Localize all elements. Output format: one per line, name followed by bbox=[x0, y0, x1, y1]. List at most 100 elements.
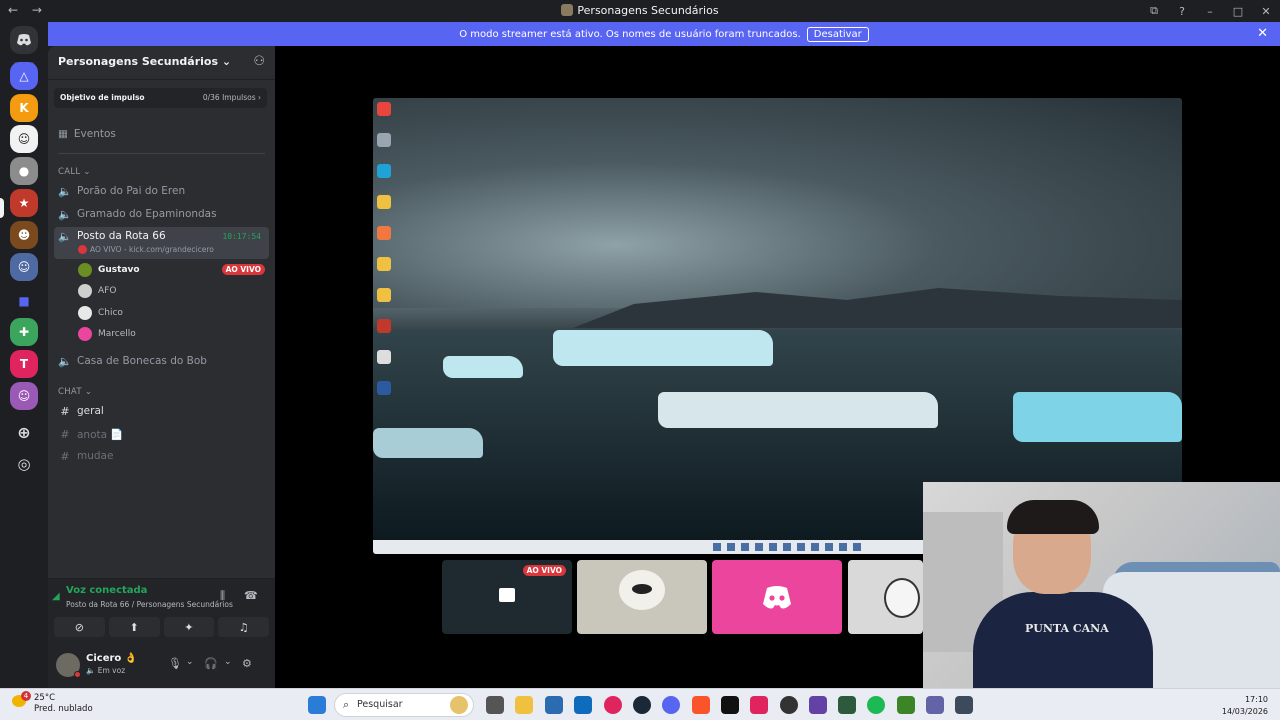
server-header[interactable]: Personagens Secundários ⌄ ⚇ bbox=[48, 46, 275, 80]
server-icon-character[interactable]: ☻ bbox=[10, 221, 38, 249]
file-explorer-icon[interactable] bbox=[515, 696, 533, 714]
channel-name: mudae bbox=[77, 450, 114, 462]
discord-logo-icon bbox=[763, 586, 791, 609]
chevron-down-icon[interactable]: ⌄ bbox=[224, 657, 232, 667]
task-view-icon[interactable] bbox=[486, 696, 504, 714]
weather-widget[interactable]: 4 25°C Pred. nublado bbox=[12, 691, 93, 715]
discord-icon[interactable] bbox=[662, 696, 680, 714]
steam-icon[interactable] bbox=[633, 696, 651, 714]
twitch-icon[interactable] bbox=[809, 696, 827, 714]
discord-home-icon[interactable] bbox=[10, 26, 38, 54]
iceberg bbox=[373, 428, 483, 458]
system-clock[interactable]: 17:10 14/03/2026 bbox=[1222, 694, 1268, 718]
voice-channel[interactable]: 🔈 Casa de Bonecas do Bob bbox=[54, 351, 269, 371]
voice-user[interactable]: Chico bbox=[78, 304, 265, 322]
disconnect-icon[interactable]: ☎ bbox=[244, 589, 258, 602]
spotify-icon[interactable] bbox=[867, 696, 885, 714]
iceberg bbox=[443, 356, 523, 378]
shirt: PUNTA CANA bbox=[973, 592, 1153, 688]
participant-tile[interactable] bbox=[577, 560, 707, 634]
teams-icon[interactable] bbox=[926, 696, 944, 714]
close-icon[interactable]: ✕ bbox=[1257, 26, 1268, 41]
server-icon-triangle[interactable]: △ bbox=[10, 62, 38, 90]
disable-streamer-button[interactable]: Desativar bbox=[806, 26, 869, 42]
voice-user[interactable]: AFO bbox=[78, 282, 265, 300]
brave-icon[interactable] bbox=[692, 696, 710, 714]
voice-channel[interactable]: 🔈 Gramado do Epaminondas bbox=[54, 204, 269, 224]
status-dot bbox=[74, 671, 81, 678]
text-channel[interactable]: # anota 📄 bbox=[54, 424, 269, 444]
channel-name: Porão do Pai do Eren bbox=[77, 185, 186, 197]
voice-action-buttons: ⊘ ⬆ ✦ ♫ bbox=[54, 617, 269, 637]
notification-badge: 4 bbox=[21, 691, 31, 701]
voice-channel[interactable]: 🔈 Porão do Pai do Eren bbox=[54, 181, 269, 201]
voice-user[interactable]: Marcello bbox=[78, 325, 265, 343]
activity-text: AO VIVO - kick.com/grandecicero bbox=[90, 245, 214, 254]
news-icon[interactable] bbox=[450, 696, 468, 714]
add-member-icon[interactable]: ⚇ bbox=[253, 54, 265, 69]
server-icon-tf[interactable]: T bbox=[10, 350, 38, 378]
noise-suppression-icon[interactable]: ⫼ bbox=[220, 589, 225, 603]
help-icon[interactable]: ? bbox=[1168, 5, 1196, 18]
add-server-icon[interactable]: ⊕ bbox=[10, 418, 38, 446]
minimize-button[interactable]: – bbox=[1196, 5, 1224, 18]
screen-share-button[interactable]: ⬆ bbox=[108, 617, 160, 637]
voice-status[interactable]: Voz conectada bbox=[66, 585, 147, 596]
server-icon-portrait[interactable]: ☺ bbox=[10, 253, 38, 281]
voice-location[interactable]: Posto da Rota 66 / Personagens Secundári… bbox=[66, 600, 233, 609]
boost-goal[interactable]: Objetivo de impulso 0/36 Impulsos › bbox=[54, 88, 267, 108]
text-channel[interactable]: # geral bbox=[54, 401, 269, 421]
events-item[interactable]: ▦ Eventos bbox=[58, 128, 116, 140]
hash-icon: # bbox=[60, 404, 70, 418]
store-icon[interactable] bbox=[545, 696, 563, 714]
maximize-button[interactable]: □ bbox=[1224, 5, 1252, 18]
explore-compass-icon[interactable]: ◎ bbox=[10, 450, 38, 478]
participant-tile[interactable] bbox=[712, 560, 842, 634]
app-icon bbox=[377, 319, 391, 333]
camera-off-button[interactable]: ⊘ bbox=[54, 617, 105, 637]
chevron-down-icon: ⌄ bbox=[221, 55, 232, 68]
app-icon[interactable] bbox=[838, 696, 856, 714]
server-icon-active[interactable]: ★ bbox=[10, 189, 38, 217]
microphone-icon[interactable]: 🎙 bbox=[168, 657, 182, 670]
user-name[interactable]: Cicero 👌 bbox=[86, 653, 137, 664]
server-icon-seal[interactable]: ● bbox=[10, 157, 38, 185]
text-channel[interactable]: # mudae bbox=[54, 446, 269, 466]
chevron-down-icon[interactable]: ⌄ bbox=[186, 657, 194, 667]
inbox-icon[interactable]: ⧉ bbox=[1140, 4, 1168, 18]
voice-channel-active[interactable]: 🔈 Posto da Rota 66 10:17:54 AO VIVO - kic… bbox=[54, 227, 269, 259]
avatar bbox=[78, 284, 92, 298]
tiktok-icon[interactable] bbox=[721, 696, 739, 714]
obs-icon[interactable] bbox=[780, 696, 798, 714]
server-icon-k[interactable]: K bbox=[10, 94, 38, 122]
shirt-text: PUNTA CANA bbox=[1025, 622, 1109, 635]
voice-user[interactable]: Gustavo AO VIVO bbox=[78, 261, 265, 279]
stream-tile[interactable]: AO VIVO bbox=[442, 560, 572, 634]
opera-icon[interactable] bbox=[604, 696, 622, 714]
minecraft-icon[interactable] bbox=[897, 696, 915, 714]
app-icon[interactable] bbox=[750, 696, 768, 714]
category-chat[interactable]: CHAT ⌄ bbox=[58, 387, 92, 397]
windows-start-icon[interactable] bbox=[308, 696, 326, 714]
server-icon-green[interactable]: ✚ bbox=[10, 318, 38, 346]
gear-icon[interactable]: ⚙ bbox=[242, 657, 252, 670]
app-icon bbox=[377, 381, 391, 395]
signal-icon[interactable]: ◢ bbox=[52, 591, 60, 602]
folder-icon[interactable]: ■ bbox=[10, 287, 38, 315]
activities-button[interactable]: ✦ bbox=[163, 617, 215, 637]
user-name: Chico bbox=[98, 308, 123, 318]
participant-tile[interactable] bbox=[848, 560, 923, 634]
soundboard-button[interactable]: ♫ bbox=[218, 617, 269, 637]
avatar bbox=[78, 306, 92, 320]
close-window-button[interactable]: ✕ bbox=[1252, 5, 1280, 18]
window-titlebar: ← → Personagens Secundários ⧉ ? – □ ✕ bbox=[0, 0, 1280, 22]
app-icon[interactable] bbox=[955, 696, 973, 714]
banner-text: O modo streamer está ativo. Os nomes de … bbox=[459, 28, 801, 40]
outlook-icon[interactable] bbox=[574, 696, 592, 714]
server-icon-girl[interactable]: ☺ bbox=[10, 382, 38, 410]
category-call[interactable]: CALL ⌄ bbox=[58, 167, 91, 177]
user-area: Cicero 👌 🔈 Em voz 🎙 ⌄ 🎧 ⌄ ⚙ bbox=[48, 647, 275, 689]
headphones-icon[interactable]: 🎧 bbox=[204, 657, 218, 670]
webcam-feed[interactable]: PUNTA CANA bbox=[923, 482, 1280, 688]
server-icon-anime[interactable]: ☺ bbox=[10, 125, 38, 153]
